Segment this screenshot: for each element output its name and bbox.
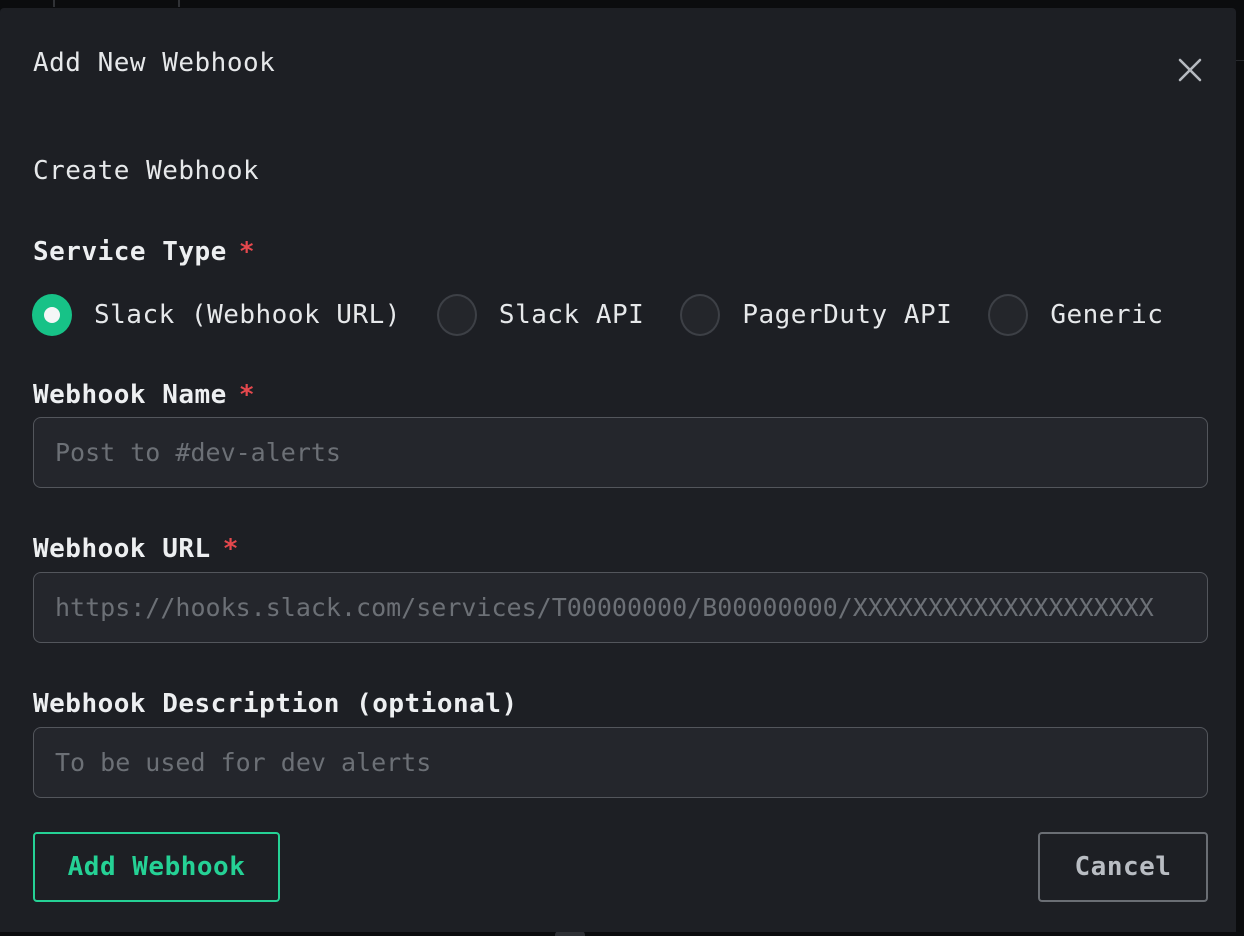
required-asterisk: *	[239, 237, 255, 267]
background-tab-separator	[53, 0, 55, 7]
radio-button[interactable]	[437, 294, 477, 336]
required-asterisk: *	[223, 534, 239, 564]
background-divider	[1236, 60, 1244, 61]
add-webhook-button[interactable]: Add Webhook	[33, 832, 280, 902]
webhook-name-label: Webhook Name *	[33, 378, 255, 412]
radio-option-slack-webhook-url[interactable]: Slack (Webhook URL)	[32, 294, 401, 336]
close-button[interactable]	[1168, 48, 1212, 92]
webhook-description-label: Webhook Description (optional)	[33, 687, 518, 721]
radio-button[interactable]	[680, 294, 720, 336]
webhook-description-input[interactable]	[33, 727, 1208, 798]
radio-option-label: Slack API	[499, 300, 644, 330]
form-heading: Create Webhook	[33, 154, 259, 188]
radio-option-label: Slack (Webhook URL)	[94, 300, 401, 330]
radio-option-slack-api[interactable]: Slack API	[437, 294, 644, 336]
radio-option-pagerduty-api[interactable]: PagerDuty API	[680, 294, 952, 336]
background-tab-separator	[178, 0, 180, 7]
radio-button-selected[interactable]	[32, 294, 72, 336]
cancel-button[interactable]: Cancel	[1038, 832, 1208, 902]
add-webhook-modal: Add New Webhook Create Webhook Service T…	[0, 8, 1236, 932]
service-type-label-text: Service Type	[33, 237, 227, 267]
required-asterisk: *	[239, 380, 255, 410]
webhook-url-label: Webhook URL *	[33, 532, 239, 566]
radio-option-label: Generic	[1050, 300, 1163, 330]
radio-option-generic[interactable]: Generic	[988, 294, 1163, 336]
radio-button[interactable]	[988, 294, 1028, 336]
modal-title: Add New Webhook	[33, 46, 275, 80]
service-type-label: Service Type *	[33, 235, 255, 269]
webhook-description-label-text: Webhook Description (optional)	[33, 689, 518, 719]
page-background: Add New Webhook Create Webhook Service T…	[0, 0, 1244, 936]
radio-option-label: PagerDuty API	[742, 300, 952, 330]
webhook-url-label-text: Webhook URL	[33, 534, 211, 564]
service-type-radio-group: Slack (Webhook URL) Slack API PagerDuty …	[32, 294, 1163, 336]
webhook-url-input[interactable]	[33, 572, 1208, 643]
close-icon	[1175, 55, 1205, 85]
webhook-name-input[interactable]	[33, 417, 1208, 488]
radio-dot	[44, 307, 60, 323]
webhook-name-label-text: Webhook Name	[33, 380, 227, 410]
